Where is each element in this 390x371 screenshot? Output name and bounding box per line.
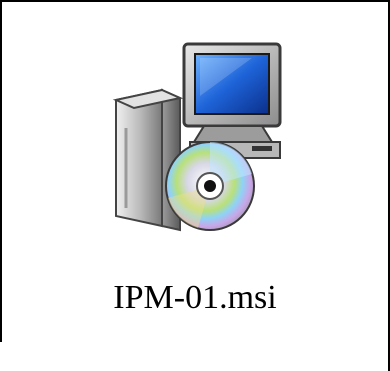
- frame-top-border: [0, 0, 390, 2]
- window-frame: IPM-01.msi: [0, 0, 390, 371]
- frame-left-border: [0, 0, 2, 342]
- msi-installer-icon: [112, 42, 282, 232]
- file-item-msi[interactable]: IPM-01.msi: [60, 30, 330, 330]
- file-name-label[interactable]: IPM-01.msi: [60, 278, 330, 318]
